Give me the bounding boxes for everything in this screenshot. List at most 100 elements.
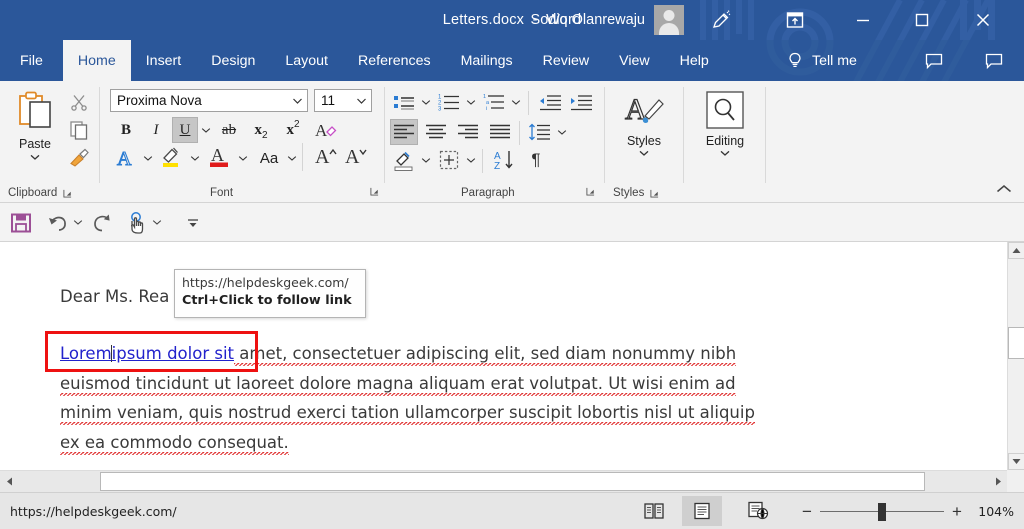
- font-size-combobox[interactable]: 11: [314, 89, 372, 112]
- touch-mouse-mode-button[interactable]: [122, 208, 150, 237]
- customize-qat-button[interactable]: [180, 208, 206, 237]
- scroll-down-button[interactable]: [1008, 453, 1024, 470]
- multilevel-list-dropdown[interactable]: [509, 89, 522, 115]
- scroll-up-button[interactable]: [1008, 242, 1024, 259]
- line-spacing-button[interactable]: [526, 119, 554, 145]
- minimize-button[interactable]: [840, 0, 886, 40]
- align-left-button[interactable]: [390, 119, 418, 145]
- bold-button[interactable]: B: [114, 117, 138, 143]
- increase-indent-button[interactable]: [567, 89, 595, 115]
- tab-help[interactable]: Help: [665, 40, 724, 81]
- styles-dialog-launcher[interactable]: [650, 189, 659, 198]
- justify-button[interactable]: [486, 119, 514, 145]
- tab-file[interactable]: File: [0, 40, 63, 81]
- change-case-dropdown[interactable]: [285, 145, 298, 171]
- text-highlight-button[interactable]: [158, 143, 186, 169]
- undo-button[interactable]: [44, 208, 72, 237]
- sort-button[interactable]: A Z: [490, 147, 518, 173]
- cut-button[interactable]: [64, 89, 94, 115]
- borders-button[interactable]: [435, 147, 463, 173]
- read-mode-button[interactable]: [634, 496, 674, 526]
- shading-dropdown[interactable]: [419, 147, 432, 173]
- format-painter-button[interactable]: [64, 145, 94, 171]
- change-case-button[interactable]: Aa: [254, 145, 284, 171]
- subscript-button[interactable]: x 2: [248, 117, 274, 143]
- web-layout-button[interactable]: [738, 496, 778, 526]
- print-layout-button[interactable]: [682, 496, 722, 526]
- horizontal-scrollbar[interactable]: [0, 470, 1007, 492]
- tab-view[interactable]: View: [604, 40, 665, 81]
- clear-formatting-button[interactable]: A: [312, 117, 340, 143]
- text-effects-button[interactable]: A: [112, 145, 140, 171]
- undo-dropdown[interactable]: [71, 209, 84, 235]
- hyperlink-tooltip: https://helpdeskgeek.com/ Ctrl+Click to …: [174, 269, 366, 318]
- italic-button[interactable]: I: [144, 117, 168, 143]
- paste-button[interactable]: Paste: [8, 89, 62, 175]
- underline-button[interactable]: U: [172, 117, 198, 143]
- bullets-dropdown[interactable]: [419, 89, 432, 115]
- shrink-font-button[interactable]: A: [342, 143, 370, 169]
- scroll-left-button[interactable]: [0, 471, 18, 492]
- paragraph-label-text: Paragraph: [461, 187, 515, 199]
- line-spacing-icon: [529, 123, 550, 141]
- tab-layout[interactable]: Layout: [270, 40, 343, 81]
- align-center-button[interactable]: [422, 119, 450, 145]
- font-color-button[interactable]: A: [206, 143, 234, 169]
- account-area[interactable]: Sodiq Olanrewaju: [531, 0, 684, 40]
- copy-button[interactable]: [64, 117, 94, 143]
- scrollbar-thumb[interactable]: [1008, 327, 1024, 359]
- superscript-button[interactable]: x 2: [280, 117, 306, 143]
- grow-font-button[interactable]: A: [312, 143, 340, 169]
- vertical-scrollbar[interactable]: [1007, 242, 1024, 470]
- tab-review[interactable]: Review: [528, 40, 605, 81]
- styles-button[interactable]: A Styles: [613, 89, 675, 175]
- superscript-index: 2: [293, 119, 300, 130]
- zoom-level-label[interactable]: 104%: [970, 504, 1014, 519]
- numbering-dropdown[interactable]: [464, 89, 477, 115]
- tab-references[interactable]: References: [343, 40, 446, 81]
- underline-dropdown[interactable]: [199, 117, 212, 143]
- comments-button[interactable]: [912, 40, 956, 81]
- save-button[interactable]: [6, 208, 36, 237]
- triangle-up-icon: [1012, 248, 1021, 253]
- font-name-combobox[interactable]: Proxima Nova: [110, 89, 308, 112]
- show-formatting-marks-button[interactable]: ¶: [522, 147, 550, 173]
- maximize-button[interactable]: [899, 0, 945, 40]
- ribbon-display-options-button[interactable]: [772, 0, 818, 40]
- ink-pen-button[interactable]: [698, 0, 744, 40]
- paragraph-dialog-launcher[interactable]: [586, 187, 595, 196]
- tab-insert[interactable]: Insert: [131, 40, 196, 81]
- decrease-indent-button[interactable]: [536, 89, 564, 115]
- highlight-color-dropdown[interactable]: [188, 145, 201, 171]
- close-button[interactable]: [960, 0, 1006, 40]
- zoom-slider-thumb[interactable]: [878, 503, 886, 521]
- tell-me-search[interactable]: Tell me: [786, 40, 857, 81]
- numbering-button[interactable]: 1 2 3: [435, 89, 463, 115]
- tab-mailings[interactable]: Mailings: [446, 40, 528, 81]
- font-color-dropdown[interactable]: [236, 145, 249, 171]
- tab-design[interactable]: Design: [196, 40, 270, 81]
- user-avatar[interactable]: [654, 5, 684, 35]
- shading-button[interactable]: [390, 147, 418, 173]
- multilevel-list-button[interactable]: 1 a i: [480, 89, 508, 115]
- grow-font-icon: A: [315, 146, 337, 168]
- font-dialog-launcher[interactable]: [370, 187, 379, 196]
- hscrollbar-thumb[interactable]: [100, 472, 925, 491]
- tab-home[interactable]: Home: [62, 40, 131, 81]
- text-effects-dropdown[interactable]: [141, 145, 154, 171]
- zoom-slider[interactable]: [820, 493, 944, 529]
- touch-mode-dropdown[interactable]: [150, 209, 163, 235]
- bullets-button[interactable]: [390, 89, 418, 115]
- zoom-out-button[interactable]: −: [794, 502, 820, 522]
- scroll-right-button[interactable]: [989, 471, 1007, 492]
- clipboard-dialog-launcher[interactable]: [63, 189, 72, 198]
- borders-dropdown[interactable]: [464, 147, 477, 173]
- line-spacing-dropdown[interactable]: [555, 119, 568, 145]
- zoom-in-button[interactable]: +: [944, 502, 970, 522]
- collapse-ribbon-button[interactable]: [992, 178, 1016, 200]
- share-comment-button[interactable]: [972, 40, 1016, 81]
- redo-button[interactable]: [88, 208, 116, 237]
- strikethrough-button[interactable]: ab: [216, 117, 242, 143]
- editing-button[interactable]: Editing: [694, 89, 756, 175]
- align-right-button[interactable]: [454, 119, 482, 145]
